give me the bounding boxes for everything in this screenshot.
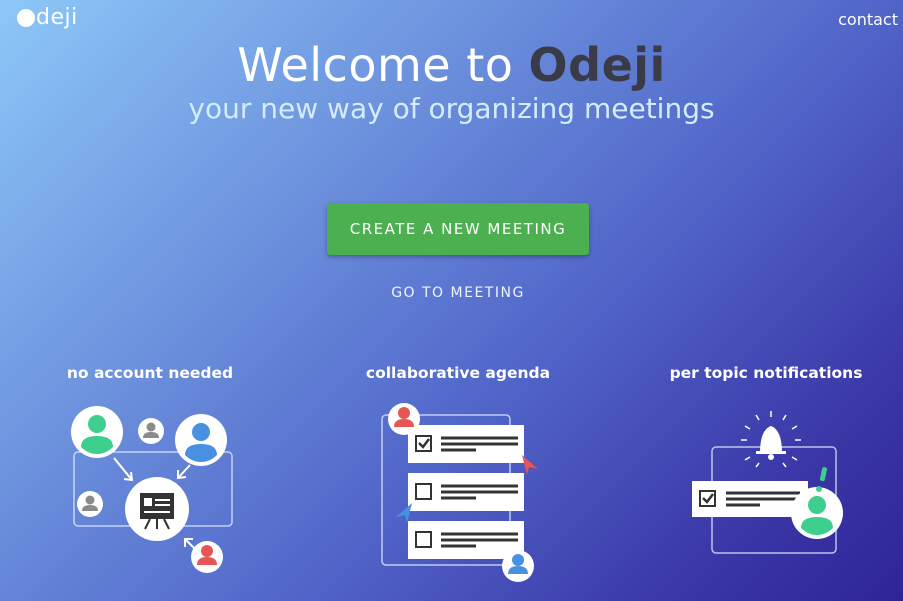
title-prefix: Welcome to (237, 38, 514, 92)
title-brand: Odeji (528, 38, 666, 92)
logo-mark (17, 8, 35, 27)
bell-icon (692, 411, 843, 554)
go-to-meeting-button[interactable]: GO TO MEETING (358, 281, 558, 305)
checklist-icon (381, 403, 538, 582)
presentation-icon (71, 406, 233, 573)
contact-link[interactable]: contact (838, 10, 898, 29)
page-title: Welcome to Odeji (0, 38, 903, 92)
logo[interactable]: deji (17, 5, 78, 30)
feature-title-agenda: collaborative agenda (365, 364, 551, 382)
logo-text: deji (36, 5, 78, 30)
feature-title-no-account: no account needed (66, 364, 234, 382)
create-meeting-button[interactable]: CREATE A NEW MEETING (327, 203, 589, 255)
feature-title-notifications: per topic notifications (669, 364, 863, 382)
page-subtitle: your new way of organizing meetings (188, 92, 715, 125)
